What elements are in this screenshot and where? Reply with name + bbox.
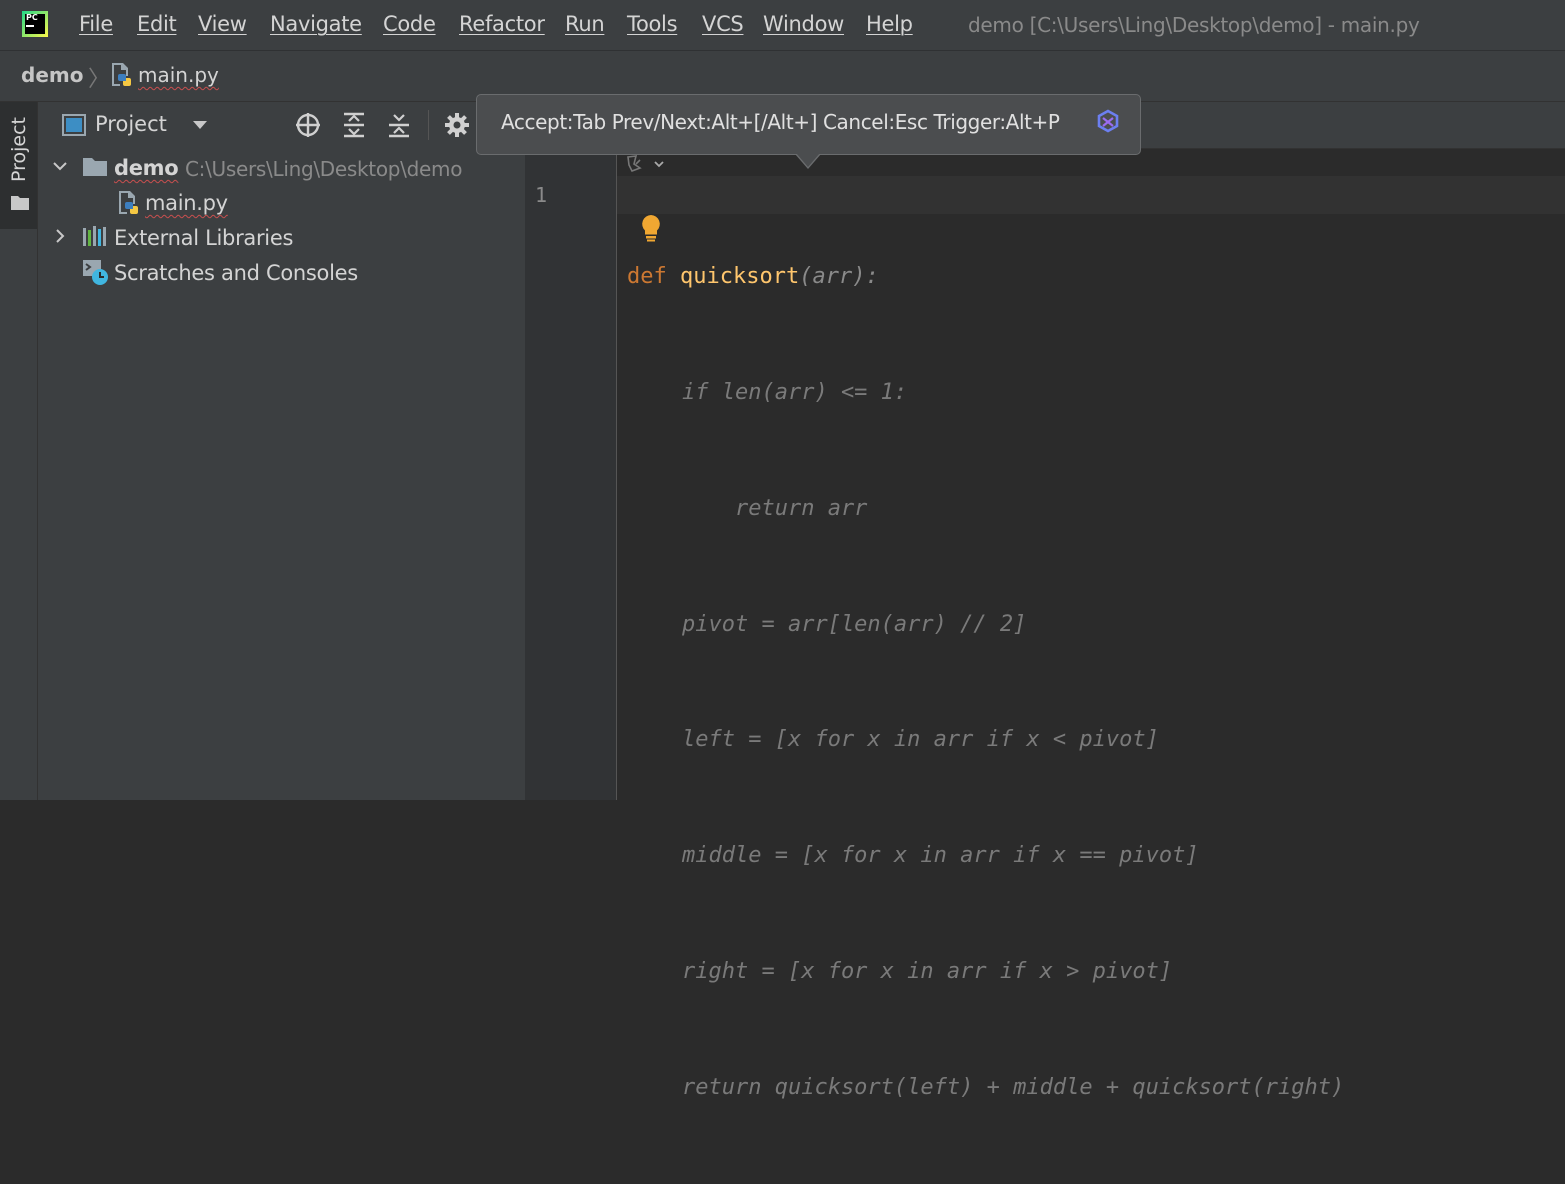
ghost-line-5: middle = [x for x in arr if x == pivot]	[682, 843, 1199, 869]
locate-file-icon[interactable]	[294, 111, 322, 139]
menu-refactor[interactable]: Refactor	[459, 12, 545, 36]
folder-icon	[83, 157, 107, 181]
logo-text: PC	[26, 13, 38, 22]
menu-window[interactable]: Window	[763, 12, 844, 36]
menu-bar: PC File Edit View Navigate Code Refactor…	[0, 0, 1565, 51]
tree-item-main-py[interactable]: main.py	[38, 187, 525, 219]
pycharm-logo-icon[interactable]: PC	[22, 11, 48, 37]
header-divider	[428, 110, 429, 140]
code-line-1: def quicksort(arr):	[627, 258, 1344, 297]
function-name: quicksort	[680, 264, 800, 290]
menu-run[interactable]: Run	[565, 12, 605, 36]
menu-help[interactable]: Help	[866, 12, 913, 36]
window-title: demo [C:\Users\Ling\Desktop\demo] - main…	[968, 13, 1420, 37]
project-panel-title[interactable]: Project	[95, 112, 167, 136]
line-number-gutter: 1	[525, 149, 617, 800]
folder-icon	[11, 195, 29, 215]
ghost-line-1: if len(arr) <= 1:	[682, 379, 908, 405]
python-file-icon	[109, 62, 133, 92]
chevron-down-icon[interactable]	[52, 158, 68, 178]
menu-edit[interactable]: Edit	[137, 12, 177, 36]
menu-tools[interactable]: Tools	[627, 12, 678, 36]
chevron-right-icon[interactable]	[52, 228, 68, 248]
tree-label-scratches: Scratches and Consoles	[114, 261, 358, 285]
tool-window-stripe: Project	[0, 102, 38, 800]
breadcrumb-project[interactable]: demo	[21, 63, 83, 87]
tree-label-external-libraries: External Libraries	[114, 226, 294, 250]
ghost-line-6: right = [x for x in arr if x > pivot]	[682, 958, 1173, 984]
breadcrumb-file[interactable]: main.py	[138, 63, 219, 87]
menu-view[interactable]: View	[198, 12, 247, 36]
keyword-def: def	[627, 264, 667, 290]
ghost-line-7: return quicksort(left) + middle + quicks…	[682, 1074, 1345, 1100]
scratches-icon	[82, 259, 110, 291]
tree-item-scratches[interactable]: Scratches and Consoles	[38, 257, 525, 289]
tree-path-demo: C:\Users\Ling\Desktop\demo	[185, 157, 463, 181]
tree-label-main-py: main.py	[145, 191, 228, 215]
menu-code[interactable]: Code	[383, 12, 436, 36]
project-tool-window-button[interactable]: Project	[0, 102, 37, 229]
code-content[interactable]: def quicksort(arr): if len(arr) <= 1: re…	[627, 181, 1344, 1184]
line-number: 1	[535, 183, 548, 207]
gear-icon[interactable]	[443, 111, 471, 139]
tooltip-shortcuts-text: Accept:Tab Prev/Next:Alt+[/Alt+] Cancel:…	[501, 110, 1060, 134]
lightbulb-icon[interactable]	[639, 214, 663, 246]
project-tool-label: Project	[8, 116, 30, 182]
ghost-line-2: return arr	[682, 495, 868, 521]
project-view-icon	[62, 114, 86, 140]
project-panel: Project demo C:\Users\Ling\Desktop\demo …	[38, 102, 525, 800]
chevron-down-icon[interactable]	[190, 114, 210, 138]
tree-label-demo: demo	[114, 156, 179, 180]
menu-file[interactable]: File	[79, 12, 113, 36]
ghost-line-4: left = [x for x in arr if x < pivot]	[682, 727, 1159, 753]
python-file-icon	[116, 190, 140, 220]
code-editor[interactable]: 1 def quicksort(arr): if len(arr) <= 1: …	[525, 102, 1565, 1100]
menu-navigate[interactable]: Navigate	[270, 12, 362, 36]
ai-assistant-logo-icon	[1095, 109, 1121, 139]
collapse-all-icon[interactable]	[385, 111, 413, 139]
menu-vcs[interactable]: VCS	[702, 12, 744, 36]
ai-assistant-inlay-icon[interactable]	[625, 154, 667, 178]
tooltip-pointer-fill	[796, 153, 820, 167]
function-params: (arr):	[799, 264, 879, 290]
expand-all-icon[interactable]	[340, 111, 368, 139]
tree-item-external-libraries[interactable]: External Libraries	[38, 222, 525, 254]
project-panel-header: Project	[38, 102, 525, 148]
breadcrumb-chevron-icon: 〉	[88, 67, 111, 92]
library-icon	[82, 226, 108, 252]
completion-hint-tooltip: Accept:Tab Prev/Next:Alt+[/Alt+] Cancel:…	[476, 94, 1141, 169]
ghost-line-3: pivot = arr[len(arr) // 2]	[682, 611, 1027, 637]
tree-item-demo[interactable]: demo C:\Users\Ling\Desktop\demo	[38, 152, 525, 184]
